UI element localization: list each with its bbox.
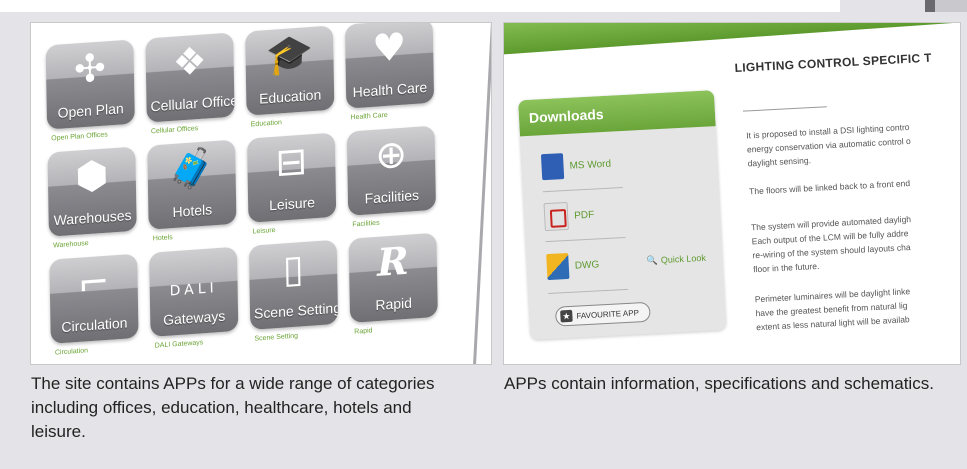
download-label: PDF bbox=[573, 209, 595, 222]
app-categories-screenshot: ✣ Open Plan Open Plan Offices ❖ Cellular Off… bbox=[30, 22, 492, 365]
rapid-r-icon: R bbox=[376, 237, 410, 285]
app-tile-label: Warehouses bbox=[53, 206, 132, 229]
app-tile-caption[interactable]: Open Plan Offices bbox=[51, 131, 108, 142]
app-tile[interactable]: DALI Gateways bbox=[149, 246, 239, 337]
app-tile[interactable]: 🎓 Education bbox=[245, 25, 335, 116]
app-tile-caption[interactable]: Scene Setting bbox=[254, 333, 298, 343]
app-tile[interactable]: ▯ Scene Setting bbox=[248, 239, 339, 330]
star-icon: ★ bbox=[560, 309, 573, 323]
hub-icon: ⊕ bbox=[374, 131, 408, 178]
quick-look-link[interactable]: Quick Look bbox=[646, 253, 706, 267]
app-tile-label: Cellular Offices bbox=[150, 91, 235, 115]
app-tile-caption[interactable]: Facilities bbox=[352, 220, 379, 229]
app-tile-label: Scene Setting bbox=[253, 299, 339, 322]
content-title: LIGHTING CONTROL SPECIFIC T bbox=[734, 50, 932, 75]
heart-icon: ♥ bbox=[371, 24, 407, 71]
app-tile-caption[interactable]: Rapid bbox=[354, 327, 372, 335]
divider bbox=[542, 187, 623, 193]
pitch-icon: ⊟ bbox=[275, 138, 308, 185]
caption-left: The site contains APPs for a wide range … bbox=[31, 374, 435, 441]
dali-icon: DALI bbox=[169, 280, 218, 300]
favourite-label: FAVOURITE APP bbox=[576, 307, 640, 321]
corner-accent-light bbox=[935, 0, 967, 12]
app-tile-caption[interactable]: DALI Gateways bbox=[155, 339, 204, 349]
graduation-cap-icon: 🎓 bbox=[265, 30, 314, 79]
download-pdf[interactable]: PDF bbox=[543, 197, 595, 236]
app-tile-label: Circulation bbox=[61, 314, 128, 336]
app-tile[interactable]: ✣ Open Plan bbox=[45, 39, 135, 130]
app-tile[interactable]: ♥ Health Care bbox=[344, 23, 435, 109]
remote-icon: ▯ bbox=[282, 246, 305, 292]
cellular-offices-icon: ❖ bbox=[172, 38, 208, 85]
paragraph: It is proposed to install a DSI lighting… bbox=[746, 115, 960, 171]
app-tile[interactable]: ⌐ Circulation bbox=[49, 253, 139, 344]
paragraph-line: The floors will be linked back to a fron… bbox=[748, 177, 911, 197]
favourite-app-button[interactable]: ★ FAVOURITE APP bbox=[554, 301, 651, 327]
app-tile-caption[interactable]: Warehouse bbox=[53, 240, 89, 249]
paragraph: The system will provide automated daylig… bbox=[751, 207, 960, 277]
app-tile-label: Hotels bbox=[172, 201, 213, 221]
pdf-file-icon bbox=[543, 201, 569, 232]
app-tile[interactable]: 🧳 Hotels bbox=[147, 139, 237, 230]
app-grid: ✣ Open Plan Open Plan Offices ❖ Cellular Off… bbox=[31, 23, 491, 364]
app-tile-caption[interactable]: Education bbox=[251, 119, 282, 128]
app-tile-label: Education bbox=[258, 86, 322, 107]
app-tile-label: Facilities bbox=[364, 186, 420, 207]
app-tile[interactable]: ⬢ Warehouses bbox=[47, 146, 137, 237]
box-icon: ⬢ bbox=[74, 152, 109, 199]
app-tile-caption[interactable]: Cellular Offices bbox=[151, 125, 198, 135]
open-plan-icon: ✣ bbox=[73, 45, 107, 92]
app-tile[interactable]: R Rapid bbox=[348, 232, 438, 323]
divider bbox=[545, 236, 626, 243]
suitcase-icon: 🧳 bbox=[167, 144, 216, 193]
app-tile-label: Health Care bbox=[352, 78, 428, 101]
app-tile-caption[interactable]: Leisure bbox=[253, 227, 276, 236]
divider bbox=[548, 288, 629, 295]
download-word[interactable]: MS Word bbox=[540, 146, 612, 186]
app-tile-caption[interactable]: Circulation bbox=[55, 347, 88, 356]
app-tile-label: Open Plan bbox=[57, 100, 124, 121]
paragraph: Perimeter luminaires will be daylight li… bbox=[754, 279, 960, 335]
app-detail-screenshot: Downloads MS Word PDF DWG Quick Look ★ F… bbox=[503, 22, 961, 365]
app-tile-label: Rapid bbox=[375, 294, 413, 314]
app-tile-caption[interactable]: Hotels bbox=[153, 234, 173, 242]
download-label: DWG bbox=[574, 258, 600, 272]
download-dwg[interactable]: DWG bbox=[546, 246, 600, 285]
stairs-icon: ⌐ bbox=[77, 259, 110, 306]
word-file-icon bbox=[540, 153, 565, 181]
app-tile-caption[interactable]: Health Care bbox=[350, 112, 387, 122]
app-tile[interactable]: ⊟ Leisure bbox=[246, 132, 337, 223]
download-label: MS Word bbox=[569, 158, 612, 172]
downloads-title: Downloads bbox=[518, 90, 716, 137]
corner-accent-dark bbox=[925, 0, 935, 12]
downloads-panel: Downloads MS Word PDF DWG Quick Look ★ F… bbox=[518, 90, 727, 341]
paragraph: The floors will be linked back to a fron… bbox=[748, 171, 960, 199]
app-tile[interactable]: ⊕ Facilities bbox=[346, 125, 437, 216]
app-tile-label: Leisure bbox=[269, 194, 316, 214]
app-tile[interactable]: ❖ Cellular Offices bbox=[145, 32, 235, 123]
caption-right: APPs contain information, specifications… bbox=[504, 374, 934, 393]
title-underline bbox=[742, 106, 827, 112]
dwg-file-icon bbox=[546, 252, 570, 281]
